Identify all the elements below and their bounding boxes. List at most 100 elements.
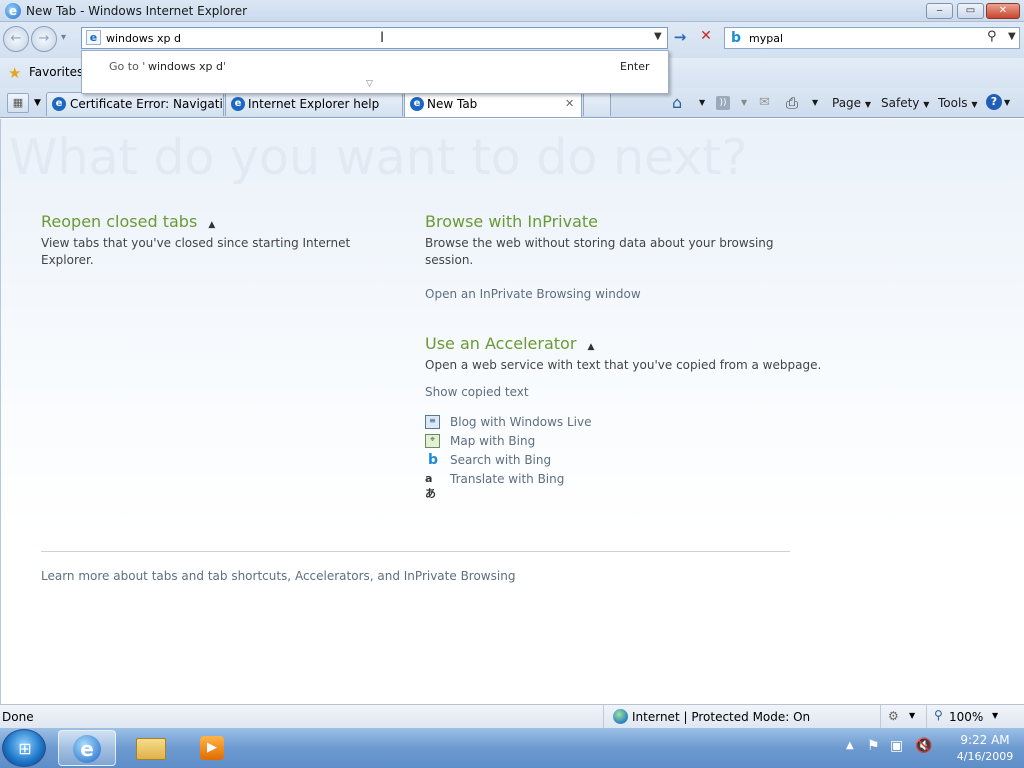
ie-page-icon: e <box>410 97 424 111</box>
status-separator <box>603 705 604 728</box>
ie-page-icon: e <box>231 97 245 111</box>
back-button[interactable]: ← <box>3 26 29 52</box>
recent-pages-dropdown[interactable]: ▾ <box>61 32 66 43</box>
maximize-button[interactable]: ▭ <box>957 3 984 19</box>
popup-blocker-icon[interactable]: ⚙ <box>888 709 899 723</box>
taskbar-media-player[interactable]: ▶ <box>183 730 241 766</box>
address-autocomplete-dropdown: Go to ' windows xp d ' Enter ▽ <box>81 50 669 94</box>
minimize-button[interactable]: ‒ <box>926 3 953 19</box>
zoom-icon[interactable]: ⚲ <box>934 708 943 722</box>
page-menu-label: Page <box>832 96 862 110</box>
close-window-button[interactable]: ✕ <box>986 3 1020 19</box>
accelerator-label: Translate with Bing <box>450 472 565 486</box>
status-bar: Done Internet | Protected Mode: On ⚙ ▼ ⚲… <box>0 704 1024 728</box>
accelerator-label: Search with Bing <box>450 453 552 467</box>
print-icon[interactable]: ⎙ <box>786 92 798 114</box>
new-tab-page: What do you want to do next? Reopen clos… <box>0 119 1024 704</box>
zoom-dropdown-icon[interactable]: ▼ <box>992 711 998 720</box>
window-title: New Tab - Windows Internet Explorer <box>26 4 248 18</box>
favorites-star-icon: ★ <box>8 64 22 82</box>
volume-muted-icon[interactable]: 🔇 <box>915 738 932 754</box>
safety-menu-arrow-icon: ▼ <box>923 100 930 109</box>
search-options-dropdown-icon[interactable]: ▼ <box>1008 31 1016 42</box>
action-center-flag-icon[interactable]: ⚑ <box>867 738 880 754</box>
hero-heading: What do you want to do next? <box>9 129 748 186</box>
help-icon[interactable]: ? <box>986 94 1002 110</box>
open-inprivate-link[interactable]: Open an InPrivate Browsing window <box>425 287 641 301</box>
safety-menu[interactable]: Safety ▼ <box>881 92 929 114</box>
address-dropdown-icon[interactable]: ▼ <box>654 31 662 42</box>
inprivate-description: Browse the web without storing data abou… <box>425 236 774 267</box>
status-separator <box>926 705 927 728</box>
taskbar-internet-explorer[interactable]: e <box>58 730 116 766</box>
taskbar-explorer[interactable] <box>122 730 180 766</box>
goto-suggestion[interactable]: Go to ' windows xp d ' Enter <box>82 55 668 79</box>
page-menu[interactable]: Page ▼ <box>832 92 871 114</box>
learn-more-link[interactable]: Learn more about tabs and tab shortcuts,… <box>41 569 515 583</box>
show-copied-text-link[interactable]: Show copied text <box>425 385 529 399</box>
search-box[interactable]: b ⚲ ▼ <box>724 27 1020 49</box>
forward-button[interactable]: → <box>31 26 57 52</box>
page-menu-arrow-icon: ▼ <box>864 100 872 109</box>
start-button[interactable]: ⊞ <box>2 729 46 767</box>
tab-list-dropdown-icon[interactable]: ▼ <box>31 93 44 113</box>
goto-query: windows xp d <box>148 60 223 73</box>
accelerator-heading[interactable]: Use an Accelerator ▲ <box>425 334 594 353</box>
page-icon: e <box>86 30 101 45</box>
quick-tabs-icon[interactable]: ▦ <box>7 93 29 113</box>
accelerator-description: Open a web service with text that you've… <box>425 358 822 372</box>
tab-new-tab[interactable]: e New Tab ✕ <box>404 91 582 117</box>
feeds-icon[interactable]: )) <box>716 96 730 110</box>
accelerator-title: Use an Accelerator <box>425 334 577 353</box>
print-dropdown-icon[interactable]: ▼ <box>812 92 818 114</box>
reopen-closed-tabs-heading[interactable]: Reopen closed tabs ▲ <box>41 212 215 231</box>
tab-close-icon[interactable]: ✕ <box>565 93 574 115</box>
system-tray: ▲ ⚑ ▣ 🔇 9:22 AM 4/16/2009 <box>836 728 1024 768</box>
mail-icon[interactable]: ✉ <box>759 92 770 114</box>
address-input[interactable] <box>106 29 646 47</box>
tab-label: New Tab <box>427 97 478 111</box>
status-text: Done <box>2 710 34 724</box>
home-dropdown-icon[interactable]: ▼ <box>699 92 705 114</box>
zoom-level[interactable]: 100% <box>949 710 983 724</box>
expand-suggestions-icon[interactable]: ▽ <box>366 79 373 89</box>
search-input[interactable] <box>749 29 989 47</box>
collapse-arrow-icon[interactable]: ▲ <box>208 220 215 230</box>
show-hidden-icons-arrow-icon[interactable]: ▲ <box>846 740 854 751</box>
feeds-dropdown-icon[interactable]: ▼ <box>741 92 747 114</box>
windows-logo-icon: ⊞ <box>18 739 32 758</box>
go-button[interactable]: → <box>670 28 690 48</box>
address-bar[interactable]: e I ▼ <box>81 27 668 49</box>
accelerator-label: Map with Bing <box>450 434 536 448</box>
text-cursor-icon: I <box>380 30 385 46</box>
collapse-arrow-icon[interactable]: ▲ <box>588 342 595 352</box>
enter-hint: Enter <box>620 60 650 73</box>
security-zone-text[interactable]: Internet | Protected Mode: On <box>632 710 810 724</box>
popup-blocker-dropdown-icon[interactable]: ▼ <box>909 711 915 720</box>
stop-button[interactable]: ✕ <box>696 28 716 48</box>
tools-menu[interactable]: Tools ▼ <box>938 92 978 114</box>
folder-icon <box>136 738 166 760</box>
tab-certificate-error[interactable]: e Certificate Error: Navigatio... <box>46 92 224 116</box>
reopen-title: Reopen closed tabs <box>41 212 198 231</box>
new-tab-button[interactable] <box>583 92 611 116</box>
help-dropdown-icon[interactable]: ▼ <box>1004 92 1010 114</box>
clock-date[interactable]: 4/16/2009 <box>949 750 1021 763</box>
network-icon[interactable]: ▣ <box>890 738 903 754</box>
tab-ie-help[interactable]: e Internet Explorer help <box>225 92 403 116</box>
tab-label: Certificate Error: Navigatio... <box>70 97 223 111</box>
clock-time[interactable]: 9:22 AM <box>949 733 1021 747</box>
goto-suffix: ' <box>223 60 227 73</box>
bing-icon: b <box>428 452 439 468</box>
translate-icon: aあ <box>425 472 436 500</box>
inprivate-heading: Browse with InPrivate <box>425 212 599 231</box>
tab-label: Internet Explorer help <box>248 97 380 111</box>
favorites-button[interactable]: Favorites <box>29 65 83 79</box>
safety-menu-label: Safety <box>881 96 920 110</box>
blog-icon: ≡ <box>425 415 440 429</box>
home-icon[interactable]: ⌂ <box>672 92 682 114</box>
bing-icon: b <box>731 30 742 46</box>
ie-logo-icon: e <box>5 3 21 19</box>
title-bar: e New Tab - Windows Internet Explorer ‒ … <box>0 0 1024 22</box>
search-icon[interactable]: ⚲ <box>987 29 997 44</box>
